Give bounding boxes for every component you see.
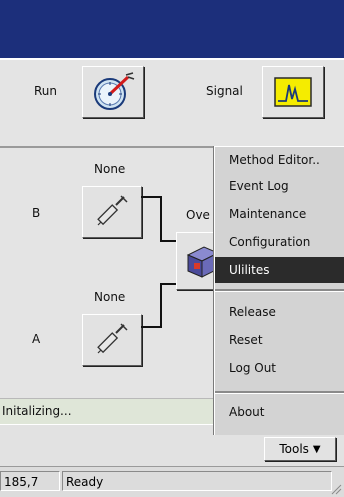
tools-label: Tools (279, 442, 309, 456)
signal-waveform-icon (274, 77, 312, 107)
connector-line (160, 284, 162, 328)
resize-grip-icon[interactable] (330, 483, 342, 495)
tools-menu-button[interactable]: Tools ▼ (264, 437, 336, 461)
menu-item-reset[interactable]: Reset (215, 327, 344, 353)
channel-a-label: A (32, 332, 41, 346)
chevron-down-icon: ▼ (312, 443, 321, 455)
menu-separator (215, 391, 344, 394)
status-bar: 185,7 Ready (0, 466, 344, 497)
channel-a-injector-button[interactable] (82, 314, 142, 366)
connector-line (141, 196, 161, 198)
syringe-icon (97, 323, 128, 354)
oven-label: Ove (186, 208, 210, 222)
channel-b-label: B (32, 206, 41, 220)
toolbar-panel: Run Signal (0, 60, 344, 148)
channel-a-injector-status: None (94, 290, 126, 304)
connector-line (160, 196, 162, 241)
status-message: Initalizing... (2, 404, 72, 418)
menu-item-event-log[interactable]: Event Log (215, 173, 344, 199)
channel-b-injector-button[interactable] (82, 186, 142, 238)
run-button[interactable] (82, 66, 144, 118)
menu-item-release[interactable]: Release (215, 299, 344, 325)
run-label: Run (34, 84, 58, 98)
menu-separator (215, 289, 344, 292)
menu-item-method-editor[interactable]: Method Editor.. (215, 147, 344, 173)
menu-item-log-out[interactable]: Log Out (215, 355, 344, 381)
signal-button[interactable] (262, 66, 324, 118)
title-bar (0, 0, 344, 58)
channel-b-injector-status: None (94, 162, 126, 176)
signal-label: Signal (206, 84, 243, 98)
ready-status: Ready (62, 471, 332, 491)
menu-item-utilities[interactable]: Ulilites (215, 257, 344, 283)
menu-item-maintenance[interactable]: Maintenance (215, 201, 344, 227)
gauge-icon (94, 72, 135, 110)
syringe-icon (97, 195, 128, 226)
coordinate-readout: 185,7 (0, 471, 60, 491)
menu-item-configuration[interactable]: Configuration (215, 229, 344, 255)
tools-dropdown-menu: Method Editor.. Event Log Maintenance Co… (214, 146, 344, 435)
connector-line (141, 326, 161, 328)
menu-item-about[interactable]: About (215, 399, 344, 425)
